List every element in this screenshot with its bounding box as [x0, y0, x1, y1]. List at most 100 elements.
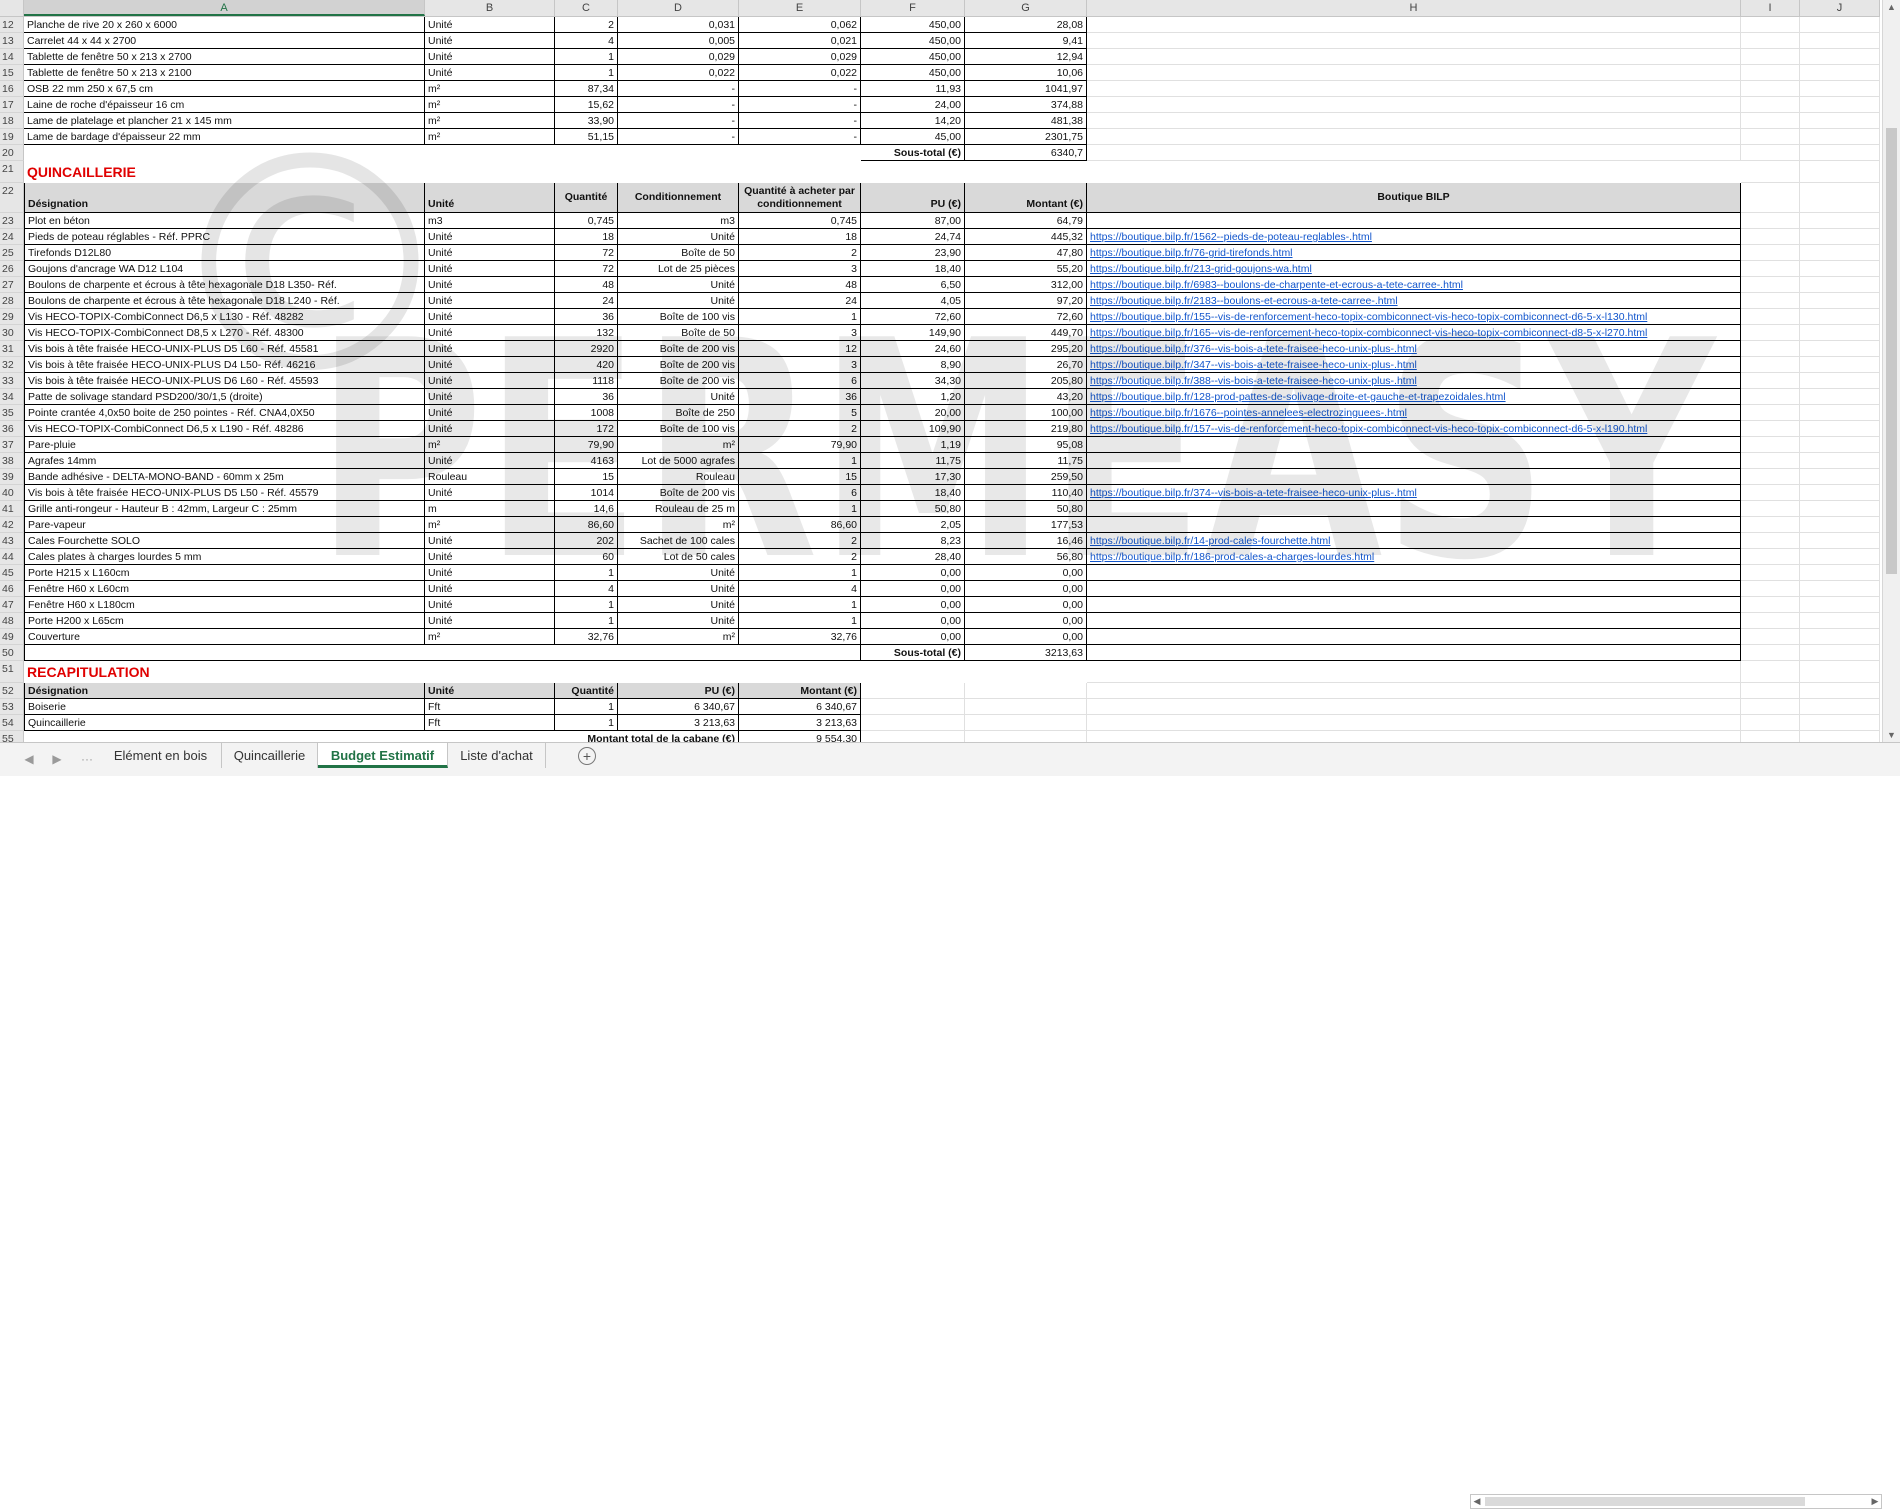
row-number[interactable]: 33	[0, 373, 24, 389]
empty-cell[interactable]	[1741, 683, 1800, 699]
empty-cell[interactable]	[1087, 145, 1741, 161]
cell-designation[interactable]: Vis bois à tête fraisée HECO-UNIX-PLUS D…	[24, 373, 425, 389]
cell-boutique-link[interactable]: https://boutique.bilp.fr/14-prod-cales-f…	[1087, 533, 1741, 549]
empty-cell[interactable]	[1741, 389, 1800, 405]
empty-cell[interactable]	[1800, 501, 1880, 517]
cell-boutique-link[interactable]: https://boutique.bilp.fr/128-prod-pattes…	[1087, 389, 1741, 405]
cell-conditionnement[interactable]: Boîte de 100 vis	[618, 421, 739, 437]
cell-quantite[interactable]: 15	[555, 469, 618, 485]
cell-quantite-a-acheter[interactable]: 0,745	[739, 213, 861, 229]
empty-cell[interactable]	[1741, 661, 1800, 683]
cell-montant[interactable]: 97,20	[965, 293, 1087, 309]
cell-designation[interactable]: Bande adhésive - DELTA-MONO-BAND - 60mm …	[24, 469, 425, 485]
cell-pu[interactable]: 34,30	[861, 373, 965, 389]
spreadsheet-grid[interactable]: A B C D E F G H I J 12 Planche de rive 20 x 260 x 6…	[0, 0, 1880, 742]
empty-cell[interactable]	[1087, 683, 1741, 699]
cell-designation[interactable]: Vis bois à tête fraisée HECO-UNIX-PLUS D…	[24, 357, 425, 373]
cell-boutique-link[interactable]	[1087, 581, 1741, 597]
empty-cell[interactable]	[1087, 33, 1741, 49]
row-number[interactable]: 53	[0, 699, 24, 715]
cell-boutique-link[interactable]: https://boutique.bilp.fr/165--vis-de-ren…	[1087, 325, 1741, 341]
prev-sheet-icon[interactable]: ◀	[20, 751, 38, 767]
cell-boutique-link[interactable]: https://boutique.bilp.fr/1562--pieds-de-…	[1087, 229, 1741, 245]
row-number[interactable]: 29	[0, 309, 24, 325]
empty-cell[interactable]	[1741, 597, 1800, 613]
cell-volume-total[interactable]: 0,021	[739, 33, 861, 49]
empty-cell[interactable]	[1800, 81, 1880, 97]
cell-quantite[interactable]: 1118	[555, 373, 618, 389]
cell-pu[interactable]: 109,90	[861, 421, 965, 437]
cell-unite[interactable]: Unité	[425, 565, 555, 581]
cell-boutique-link[interactable]	[1087, 437, 1741, 453]
row-number[interactable]: 39	[0, 469, 24, 485]
empty-cell[interactable]	[1741, 261, 1800, 277]
cell-volume-total[interactable]: 0,062	[739, 17, 861, 33]
empty-cell[interactable]	[1800, 129, 1880, 145]
cell-pu[interactable]: 1,19	[861, 437, 965, 453]
cell-boutique-link[interactable]: https://boutique.bilp.fr/76-grid-tirefon…	[1087, 245, 1741, 261]
row-number[interactable]: 48	[0, 613, 24, 629]
cell-quantite[interactable]: 15,62	[555, 97, 618, 113]
empty-cell[interactable]	[1087, 715, 1741, 731]
cell-quantite-a-acheter[interactable]: 1	[739, 309, 861, 325]
cell-pu[interactable]: 450,00	[861, 49, 965, 65]
cell-pu[interactable]: 18,40	[861, 261, 965, 277]
cell-conditionnement[interactable]: Boîte de 100 vis	[618, 309, 739, 325]
cell-designation[interactable]: Patte de solivage standard PSD200/30/1,5…	[24, 389, 425, 405]
cell-montant[interactable]: 0,00	[965, 597, 1087, 613]
cell-boutique-link[interactable]: https://boutique.bilp.fr/388--vis-bois-a…	[1087, 373, 1741, 389]
row-number[interactable]: 45	[0, 565, 24, 581]
cell-boutique-link[interactable]: https://boutique.bilp.fr/347--vis-bois-a…	[1087, 357, 1741, 373]
cell-conditionnement[interactable]: Rouleau	[618, 469, 739, 485]
empty-cell[interactable]	[965, 715, 1087, 731]
cell-pu[interactable]: 72,60	[861, 309, 965, 325]
cell-montant[interactable]: 0,00	[965, 565, 1087, 581]
row-number[interactable]: 26	[0, 261, 24, 277]
cell-montant[interactable]: 72,60	[965, 309, 1087, 325]
cell-unite[interactable]: Unité	[425, 277, 555, 293]
cell-pu[interactable]: 450,00	[861, 33, 965, 49]
empty-cell[interactable]	[1800, 453, 1880, 469]
cell-pu[interactable]: 50,80	[861, 501, 965, 517]
cell-pu[interactable]: 0,00	[861, 581, 965, 597]
next-sheet-icon[interactable]: ▶	[48, 751, 66, 767]
cell-conditionnement[interactable]: Lot de 25 pièces	[618, 261, 739, 277]
horizontal-scroll-thumb[interactable]	[1485, 1497, 1805, 1506]
cell-unite[interactable]: Unité	[425, 533, 555, 549]
empty-cell[interactable]	[1741, 183, 1800, 213]
cell-quantite-a-acheter[interactable]: 79,90	[739, 437, 861, 453]
empty-cell[interactable]	[1741, 517, 1800, 533]
recap-cell-unite[interactable]: Fft	[425, 699, 555, 715]
cell-designation[interactable]: Vis HECO-TOPIX-CombiConnect D8,5 x L270 …	[24, 325, 425, 341]
cell-designation[interactable]: Boulons de charpente et écrous à tête he…	[24, 277, 425, 293]
column-header-h[interactable]: H	[1087, 0, 1741, 16]
empty-cell[interactable]	[1800, 183, 1880, 213]
recap-cell-unite[interactable]: Fft	[425, 715, 555, 731]
cell-quantite[interactable]: 4	[555, 581, 618, 597]
empty-cell[interactable]	[1741, 81, 1800, 97]
row-number[interactable]: 52	[0, 683, 24, 699]
cell-designation[interactable]: Tablette de fenêtre 50 x 213 x 2700	[24, 49, 425, 65]
row-number[interactable]: 22	[0, 183, 24, 213]
cell-conditionnement[interactable]: Unité	[618, 565, 739, 581]
row-number[interactable]: 55	[0, 731, 24, 742]
empty-cell[interactable]	[965, 699, 1087, 715]
cell-designation[interactable]: Plot en béton	[24, 213, 425, 229]
cell-pu[interactable]: 28,40	[861, 549, 965, 565]
cell-unite[interactable]: m²	[425, 517, 555, 533]
cell-unite[interactable]: m²	[425, 81, 555, 97]
cell-quantite-a-acheter[interactable]: 4	[739, 581, 861, 597]
cell-boutique-link[interactable]: https://boutique.bilp.fr/6983--boulons-d…	[1087, 277, 1741, 293]
cell-unite[interactable]: Unité	[425, 613, 555, 629]
cell-quantite-a-acheter[interactable]: 3	[739, 261, 861, 277]
cell-conditionnement[interactable]: Boîte de 200 vis	[618, 485, 739, 501]
cell-montant[interactable]: 43,20	[965, 389, 1087, 405]
cell-unite[interactable]: m	[425, 501, 555, 517]
cell-boutique-link[interactable]: https://boutique.bilp.fr/374--vis-bois-a…	[1087, 485, 1741, 501]
cell-montant[interactable]: 56,80	[965, 549, 1087, 565]
empty-cell[interactable]	[1800, 325, 1880, 341]
column-header-i[interactable]: I	[1741, 0, 1800, 16]
recap-cell-quantite[interactable]: 1	[555, 715, 618, 731]
cell-unite[interactable]: Unité	[425, 421, 555, 437]
cell-unite[interactable]: Unité	[425, 245, 555, 261]
